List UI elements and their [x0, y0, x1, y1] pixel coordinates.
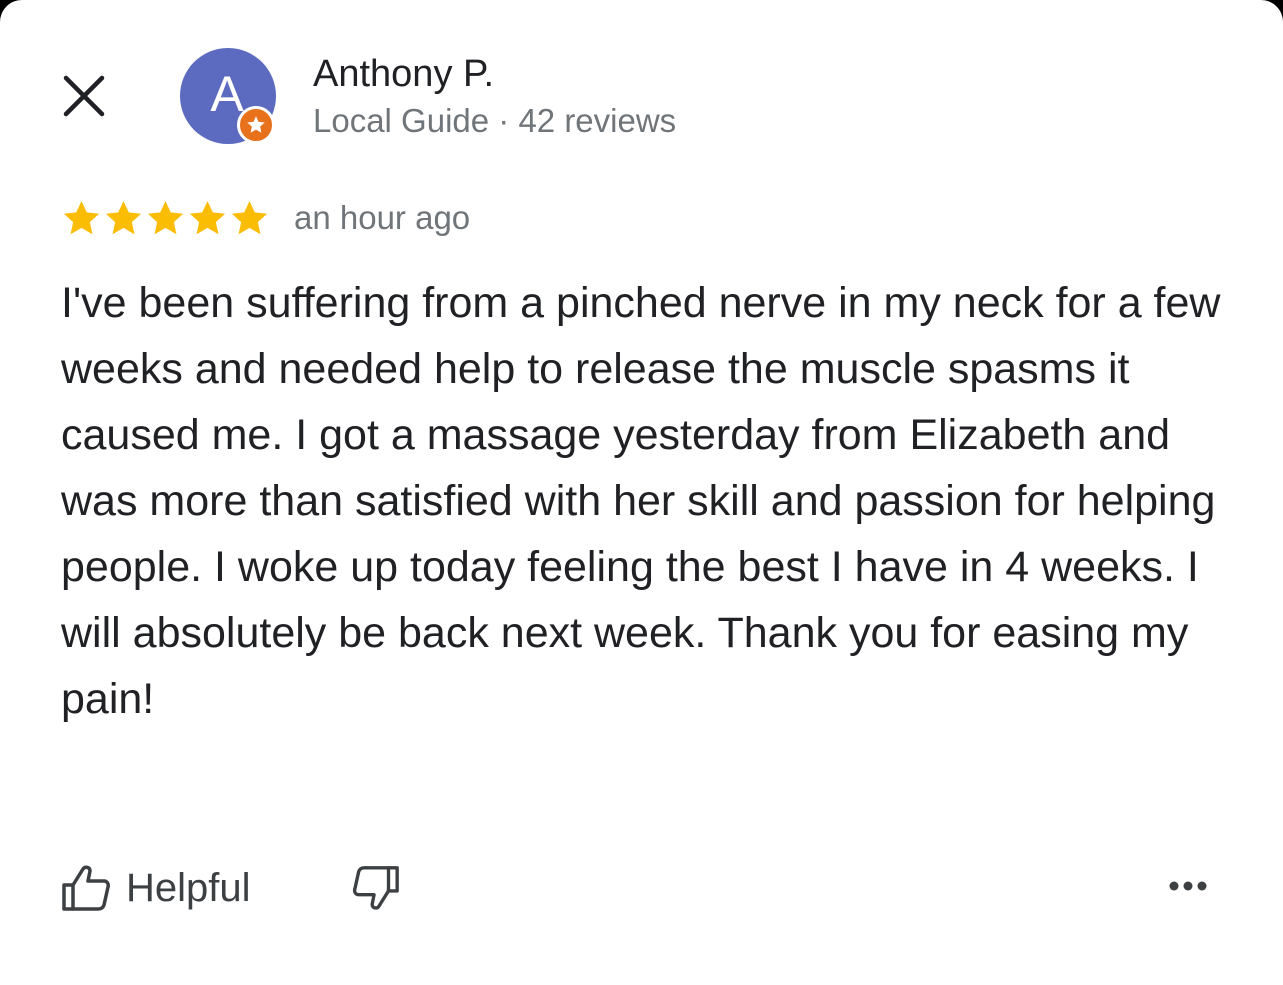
review-time: an hour ago: [294, 199, 471, 236]
star-icon: [231, 200, 268, 234]
helpful-label: Helpful: [126, 866, 251, 910]
star-icon: [105, 200, 142, 234]
star-rating: [61, 196, 270, 240]
not-helpful-button[interactable]: [346, 858, 406, 918]
reviewer-name[interactable]: Anthony P.: [313, 52, 494, 96]
more-options-button[interactable]: [1160, 858, 1216, 914]
thumbs-up-icon: [62, 865, 110, 911]
thumbs-down-icon: [352, 866, 399, 910]
avatar-initial: A: [210, 66, 244, 122]
star-icon: [63, 200, 100, 234]
review-text: I've been suffering from a pinched nerve…: [61, 279, 1221, 723]
star-icon: [189, 200, 226, 234]
close-icon: [63, 75, 105, 117]
close-button[interactable]: [54, 66, 114, 126]
star-icon: [147, 200, 184, 234]
reviewer-meta: Local Guide · 42 reviews: [313, 102, 677, 139]
more-horizontal-icon: [1169, 881, 1207, 891]
helpful-button[interactable]: Helpful: [60, 858, 251, 918]
review-sheet: A Anthony P. Local Guide · 42 reviews an…: [0, 0, 1283, 985]
star-badge-icon: [237, 106, 275, 144]
